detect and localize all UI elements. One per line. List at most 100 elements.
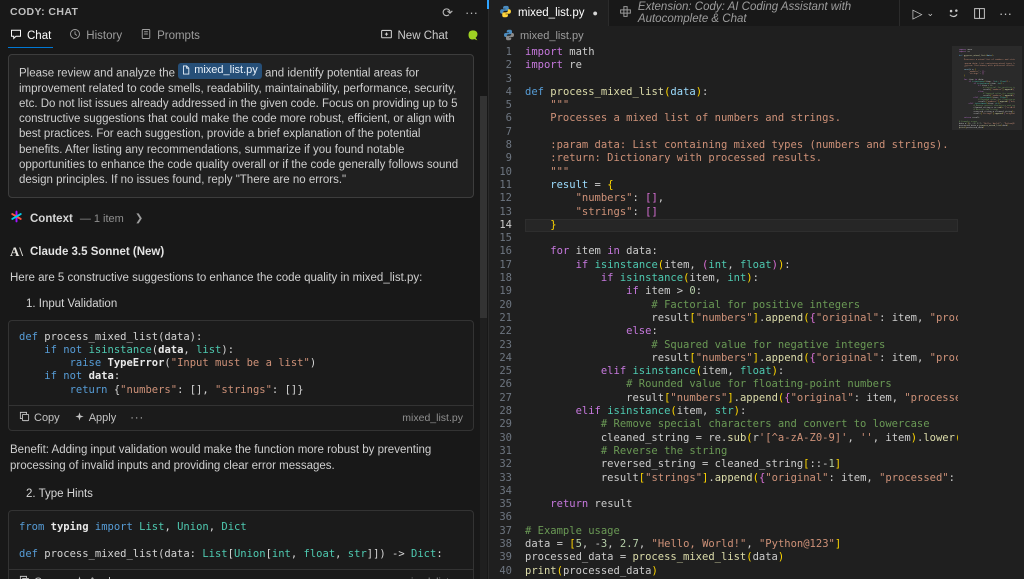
code-line: data = [5, -3, 2.7, "Hello, World!", "Py… — [525, 538, 958, 551]
line-number: 25 — [489, 365, 512, 378]
code-line — [525, 511, 958, 524]
clock-icon — [69, 28, 81, 43]
code-line: def process_mixed_list(data: List[Union[… — [19, 547, 463, 560]
code-line: :param data: List containing mixed types… — [525, 139, 958, 152]
panel-sash-accent — [487, 0, 489, 9]
tab-history-label: History — [86, 30, 122, 42]
apply-button[interactable]: Apply — [74, 411, 117, 425]
code-line: } — [525, 219, 958, 232]
code-line: if not isinstance(data, list): — [19, 343, 463, 356]
code-editor[interactable]: 1234567891011121314151617181920212223242… — [489, 46, 1024, 579]
breadcrumb[interactable]: mixed_list.py — [489, 26, 1024, 46]
line-number: 5 — [489, 99, 512, 112]
extension-icon — [619, 5, 632, 21]
line-number: 39 — [489, 551, 512, 564]
copy-icon — [19, 575, 30, 579]
context-row[interactable]: Context — 1 item ❯ — [10, 210, 472, 228]
code-line: processed_data = process_mixed_list(data… — [525, 551, 958, 564]
more-actions-icon[interactable]: ··· — [465, 6, 478, 19]
code-line: result["numbers"].append({"original": it… — [525, 352, 958, 365]
code-line: # Example usage — [525, 525, 958, 538]
sparkle-icon — [74, 575, 85, 579]
code-line: Processes a mixed list of numbers and st… — [525, 112, 958, 125]
vscode-window: CODY: CHAT ⟳ ··· Chat History Prompts Ne… — [0, 0, 1024, 579]
tab-prompts[interactable]: Prompts — [138, 24, 202, 48]
line-number: 30 — [489, 432, 512, 445]
apply-button[interactable]: Apply — [74, 575, 117, 579]
code-line: "numbers": [], — [525, 192, 958, 205]
code-line: raise TypeError("Input must be a list") — [19, 356, 463, 369]
line-number: 15 — [489, 232, 512, 245]
tab-mixed-list-py[interactable]: mixed_list.py ● — [489, 0, 609, 26]
line-number: 8 — [489, 139, 512, 152]
code-line: from typing import List, Union, Dict — [19, 520, 463, 533]
code-block-2-code[interactable]: from typing import List, Union, Dict def… — [9, 511, 473, 569]
code-line: # Rounded value for floating-point numbe… — [525, 378, 958, 391]
chat-panel-tabs: Chat History Prompts New Chat — [0, 24, 488, 48]
tab-history[interactable]: History — [67, 24, 124, 48]
code-line: result["strings"].append({"original": it… — [525, 472, 958, 485]
code-line — [525, 485, 958, 498]
sparkle-icon — [74, 411, 85, 425]
tab-chat-label: Chat — [27, 30, 51, 42]
code-line: """ — [525, 99, 958, 112]
modified-dot-icon[interactable]: ● — [592, 8, 597, 18]
anthropic-logo-icon: A\ — [10, 244, 23, 260]
tab-chat[interactable]: Chat — [8, 24, 53, 48]
code-line: return result — [525, 498, 958, 511]
line-number: 20 — [489, 299, 512, 312]
line-number: 24 — [489, 352, 512, 365]
panel-title: CODY: CHAT — [10, 6, 430, 18]
file-chip[interactable]: mixed_list.py — [178, 63, 262, 79]
code-line: def process_mixed_list(data): — [525, 86, 958, 99]
code-line — [525, 73, 958, 86]
code-more-icon[interactable]: ··· — [130, 412, 144, 424]
line-number: 23 — [489, 339, 512, 352]
line-number: 21 — [489, 312, 512, 325]
tab-label: mixed_list.py — [518, 7, 584, 19]
line-number: 32 — [489, 458, 512, 471]
code-block-1: def process_mixed_list(data): if not isi… — [8, 320, 474, 431]
new-chat-button[interactable]: New Chat — [380, 28, 449, 44]
code-block-1-code[interactable]: def process_mixed_list(data): if not isi… — [9, 321, 473, 405]
code-line: "strings": [] — [525, 206, 958, 219]
cody-chat-panel: CODY: CHAT ⟳ ··· Chat History Prompts Ne… — [0, 0, 489, 579]
code-line: if item > 0: — [525, 285, 958, 298]
run-dropdown-chevron-icon[interactable]: ⌄ — [926, 9, 934, 18]
minimap[interactable]: import mathimport re def process_mixed_l… — [959, 49, 1015, 129]
editor-lines[interactable]: import mathimport re def process_mixed_l… — [525, 46, 958, 579]
code-line: import math — [525, 46, 958, 59]
line-number: 13 — [489, 206, 512, 219]
python-icon — [499, 5, 512, 21]
code-line: :return: Dictionary with processed resul… — [525, 152, 958, 165]
copy-button[interactable]: Copy — [19, 411, 60, 425]
chat-scrollbar-thumb[interactable] — [480, 96, 487, 318]
code-line: print(processed_data) — [959, 127, 1015, 129]
line-number: 6 — [489, 112, 512, 125]
suggestion-2-title: 2. Type Hints — [26, 488, 472, 500]
python-icon — [503, 29, 515, 44]
copy-label: Copy — [34, 412, 60, 424]
line-number: 2 — [489, 59, 512, 72]
copy-button[interactable]: Copy — [19, 575, 60, 579]
code-line: """ — [525, 166, 958, 179]
code-line: # Squared value for negative integers — [525, 339, 958, 352]
tab-extension-cody[interactable]: Extension: Cody: AI Coding Assistant wit… — [609, 0, 901, 26]
line-number: 4 — [489, 86, 512, 99]
editor-more-icon[interactable]: ··· — [999, 7, 1012, 20]
cody-account-icon[interactable] — [466, 29, 480, 43]
line-number-gutter: 1234567891011121314151617181920212223242… — [489, 46, 525, 579]
code-line — [525, 232, 958, 245]
code-line: return {"numbers": [], "strings": []} — [19, 383, 463, 396]
chat-panel-header: CODY: CHAT ⟳ ··· — [0, 0, 488, 24]
chat-scrollbar[interactable] — [480, 96, 487, 579]
human-message[interactable]: Please review and analyze the mixed_list… — [8, 54, 474, 198]
chevron-right-icon: ❯ — [135, 213, 143, 224]
code-line: reversed_string = cleaned_string[::-1] — [525, 458, 958, 471]
line-number: 10 — [489, 166, 512, 179]
split-editor-icon[interactable] — [973, 7, 986, 20]
run-icon[interactable]: ▷ — [912, 7, 922, 20]
cody-smiley-icon[interactable] — [947, 7, 960, 20]
refresh-icon[interactable]: ⟳ — [442, 6, 453, 19]
code-line — [19, 533, 463, 546]
